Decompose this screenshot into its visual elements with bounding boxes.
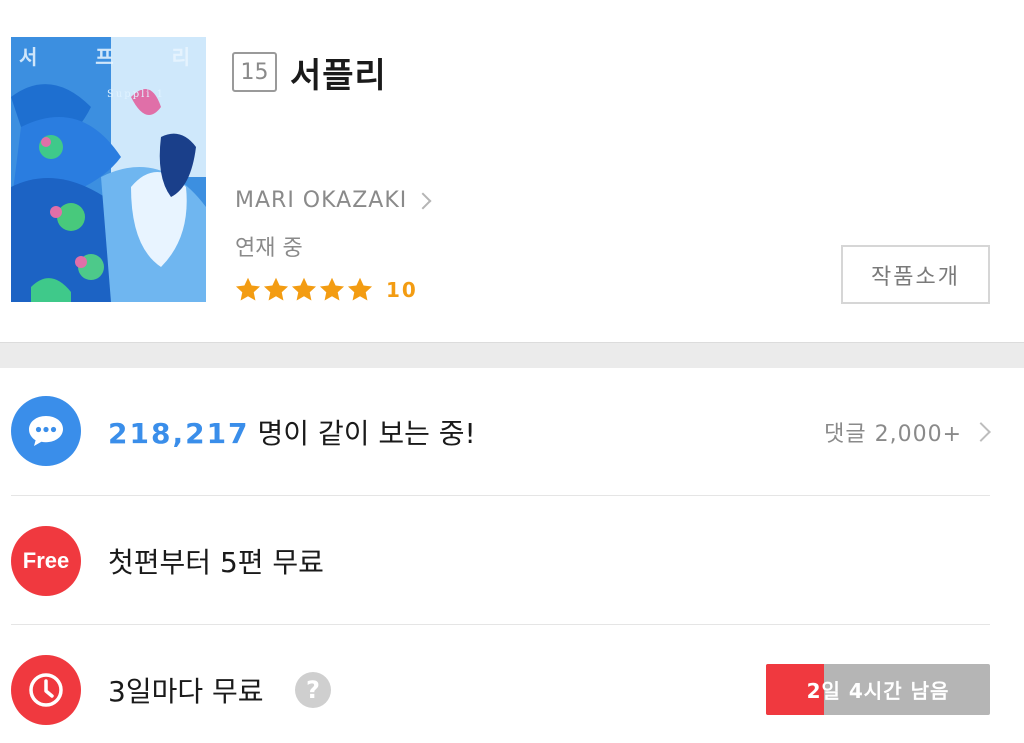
age-rating-badge: 15 (232, 52, 277, 92)
star-icon (235, 277, 261, 301)
work-header: 서 프 리 Suppli 1 15 서플리 MARI OKAZAKI 연재 중 … (0, 0, 1024, 342)
author-name: MARI OKAZAKI (235, 188, 408, 213)
cover-title-char: 프 (95, 45, 124, 69)
comments-count: 댓글 2,000+ (824, 422, 962, 447)
wait-free-row: 3일마다 무료 ? 2일 4시간 남음 (0, 626, 1024, 743)
clock-icon (11, 655, 81, 725)
rating-score: 10 (386, 277, 418, 302)
timer-label: 2일 4시간 남음 (806, 679, 950, 703)
cover-title-char: 리 (171, 45, 200, 69)
viewer-count: 218,217 (108, 417, 250, 450)
free-episodes-text: 첫편부터 5편 무료 (108, 546, 324, 579)
cover-image[interactable]: 서 프 리 Suppli 1 (11, 37, 206, 302)
star-icon (291, 277, 317, 301)
viewers-row: 218,217 명이 같이 보는 중! 댓글 2,000+ (0, 368, 1024, 496)
viewers-label: 명이 같이 보는 중! (257, 417, 476, 450)
chevron-right-icon (971, 422, 991, 442)
wait-free-text: 3일마다 무료 (108, 675, 264, 708)
cover-subtitle: Suppli 1 (107, 89, 166, 100)
chat-bubble-icon (11, 396, 81, 466)
cover-title: 서 프 리 (19, 41, 200, 70)
help-icon[interactable]: ? (295, 672, 331, 708)
free-episodes-row: Free 첫편부터 5편 무료 (0, 497, 1024, 625)
comments-link[interactable]: 댓글 2,000+ (824, 416, 991, 448)
free-badge-icon: Free (11, 526, 81, 596)
cover-artwork (11, 37, 206, 302)
viewers-text: 218,217 명이 같이 보는 중! (108, 412, 476, 452)
row-divider (11, 495, 990, 496)
work-intro-button[interactable]: 작품소개 (841, 245, 990, 304)
work-title: 서플리 (290, 56, 387, 96)
wait-free-timer: 2일 4시간 남음 (766, 664, 990, 715)
serial-status: 연재 중 (235, 236, 303, 261)
chevron-right-icon (414, 192, 432, 210)
star-icon (319, 277, 345, 301)
author-link[interactable]: MARI OKAZAKI (235, 188, 432, 213)
section-divider (0, 342, 1024, 368)
star-rating: 10 (234, 276, 418, 303)
star-icon (263, 277, 289, 301)
row-divider (11, 624, 990, 625)
cover-title-char: 서 (19, 45, 48, 69)
star-icon (347, 277, 373, 301)
